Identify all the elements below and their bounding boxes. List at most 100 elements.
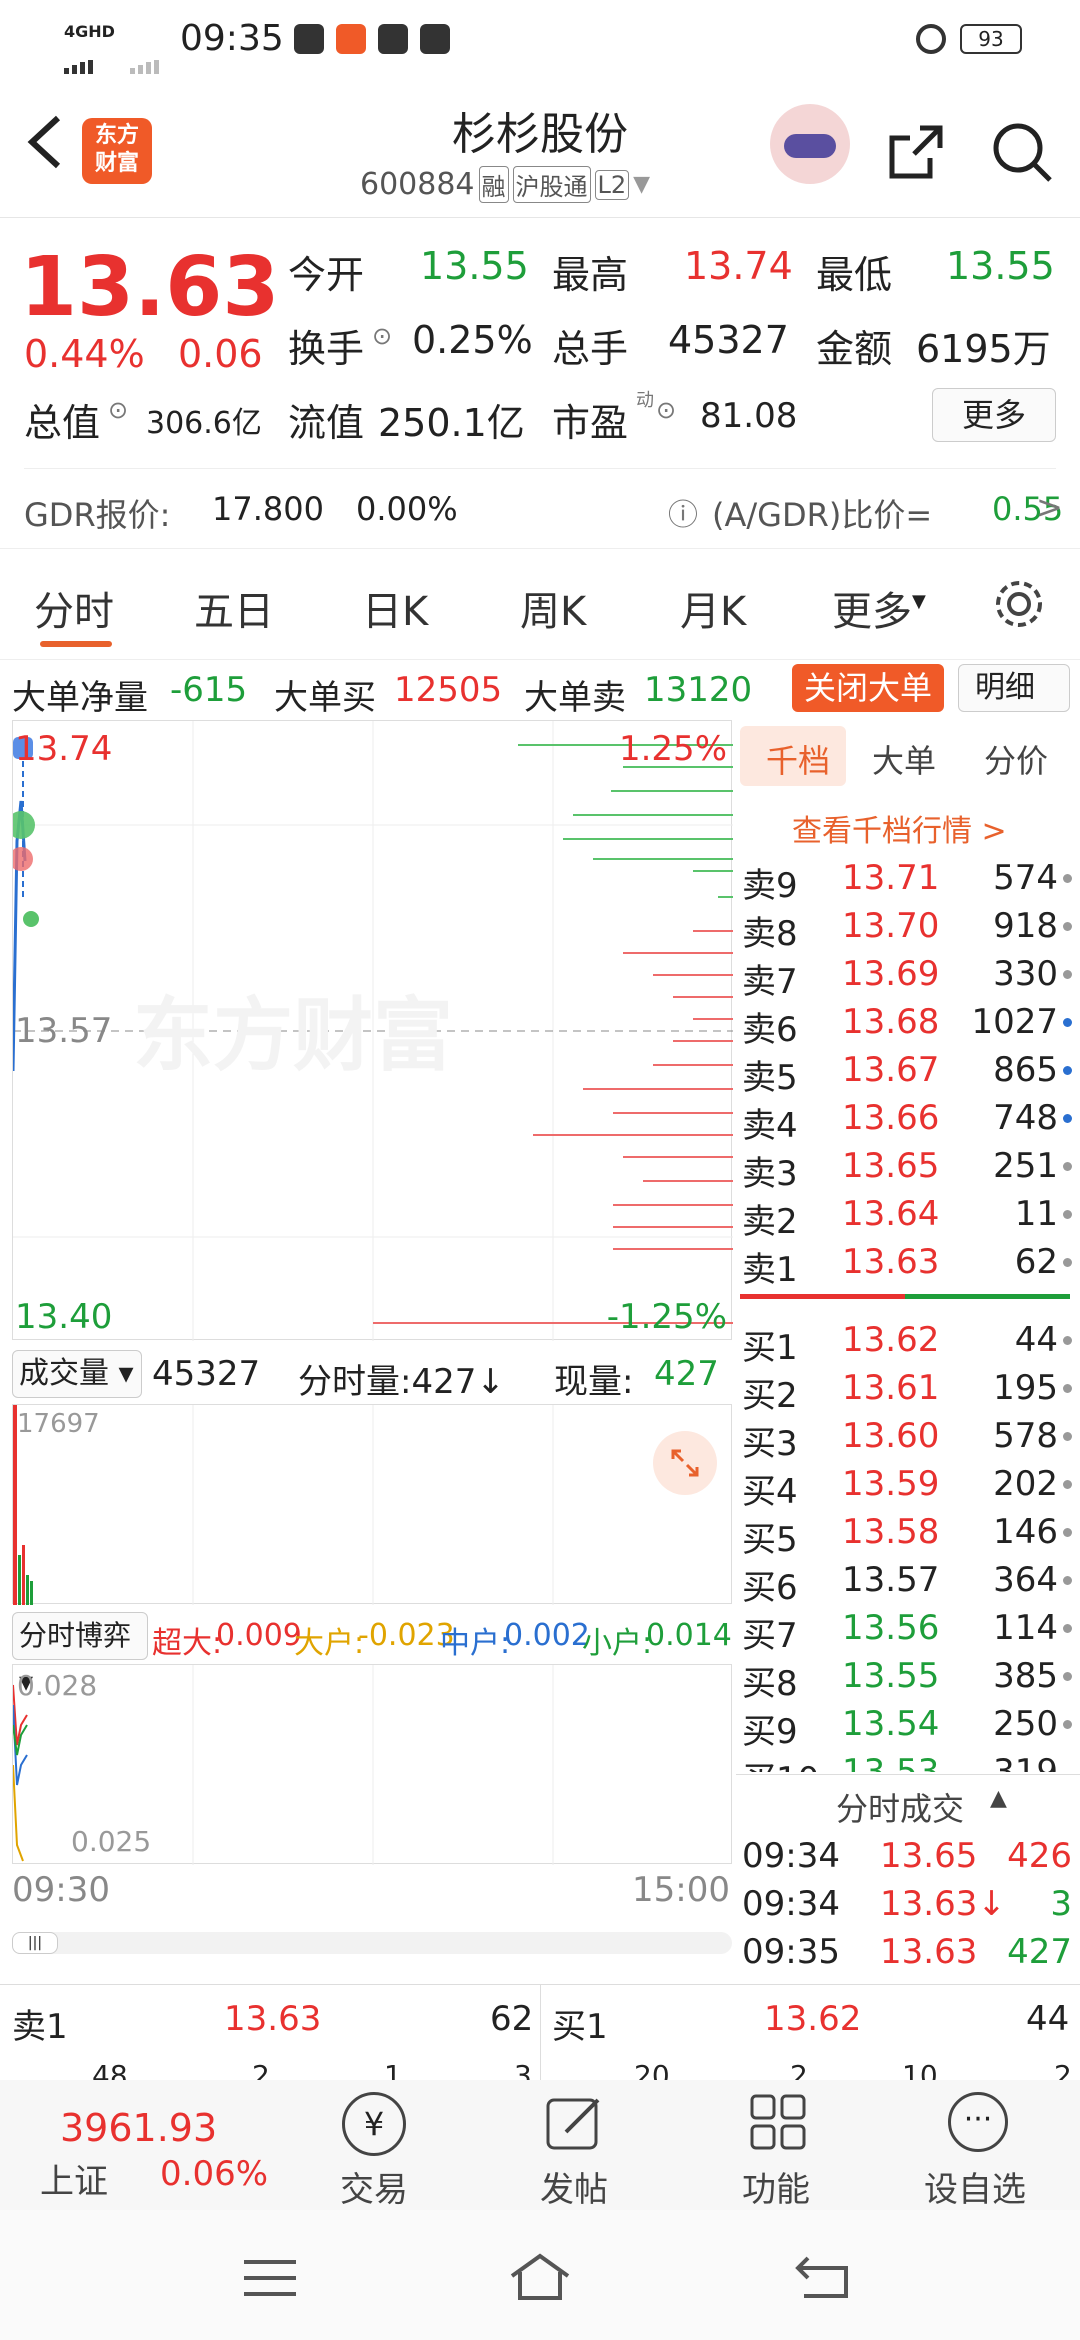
ask-label: 卖8 bbox=[742, 914, 798, 954]
more-button[interactable]: 更多 bbox=[932, 388, 1056, 442]
index-pct: 0.06% bbox=[160, 2154, 269, 2194]
volume-chart[interactable]: 17697 bbox=[12, 1404, 732, 1605]
share-icon[interactable] bbox=[886, 122, 946, 182]
time-scrollbar[interactable]: ||| bbox=[12, 1932, 732, 1954]
view-depth-link[interactable]: 查看千档行情 > bbox=[792, 806, 1007, 850]
volume-selector[interactable]: 成交量 ▾ bbox=[12, 1350, 142, 1398]
clock: 09:35 bbox=[180, 18, 284, 59]
bid-vol: 44 bbox=[1014, 1320, 1058, 1360]
bid-row-8[interactable]: 买8 13.55 385 bbox=[742, 1652, 1072, 1704]
nav-post[interactable]: 发帖 bbox=[520, 2080, 630, 2210]
info-icon[interactable]: ⊙ bbox=[372, 322, 392, 350]
side-tab-depth[interactable]: 千档 bbox=[766, 736, 830, 782]
net-value: -615 bbox=[170, 670, 248, 710]
strip-buy-label: 买1 bbox=[552, 2007, 608, 2047]
home-icon[interactable] bbox=[508, 2252, 572, 2302]
tab-intraday[interactable]: 分时 bbox=[34, 579, 114, 637]
bid-row-9[interactable]: 买9 13.54 250 bbox=[742, 1700, 1072, 1752]
ratio-label[interactable]: (A/GDR)比价= bbox=[712, 490, 932, 536]
nav-functions[interactable]: 功能 bbox=[722, 2080, 832, 2210]
nav-trade[interactable]: ¥ 交易 bbox=[320, 2080, 430, 2210]
tab-5day[interactable]: 五日 bbox=[194, 579, 274, 637]
ask-row-6[interactable]: 卖6 13.68 1027 bbox=[742, 998, 1072, 1050]
expand-icon[interactable] bbox=[653, 1431, 717, 1495]
nav-add-watch[interactable]: ··· 设自选 bbox=[910, 2080, 1040, 2210]
help-icon[interactable]: ⓘ bbox=[668, 490, 698, 534]
bid-row-7[interactable]: 买7 13.56 114 bbox=[742, 1604, 1072, 1656]
gdr-price: 17.800 bbox=[212, 490, 324, 528]
bid-row-2[interactable]: 买2 13.61 195 bbox=[742, 1364, 1072, 1416]
detail-button[interactable]: 明细 bbox=[958, 664, 1070, 712]
intraday-chart[interactable]: 东方财富 13.74 13.57 13.40 1.25% -1.25% bbox=[12, 720, 733, 1341]
index-name: 上证 bbox=[40, 2162, 108, 2202]
ask-row-5[interactable]: 卖5 13.67 865 bbox=[742, 1046, 1072, 1098]
bid-row-1[interactable]: 买1 13.62 44 bbox=[742, 1316, 1072, 1368]
pe-info-icon[interactable]: ⊙ bbox=[656, 396, 676, 424]
signal2-icon bbox=[130, 42, 166, 74]
scroll-handle[interactable]: ||| bbox=[12, 1932, 58, 1954]
ask-label: 卖6 bbox=[742, 1010, 798, 1050]
ask-vol: 918 bbox=[993, 906, 1058, 946]
small-value: 0.014 bbox=[646, 1618, 732, 1653]
trades-title[interactable]: 分时成交 bbox=[836, 1784, 964, 1830]
bid-row-4[interactable]: 买4 13.59 202 bbox=[742, 1460, 1072, 1512]
tab-weekly[interactable]: 周K bbox=[520, 579, 586, 637]
chevron-right-icon[interactable]: > bbox=[1036, 488, 1063, 526]
ask-price: 13.71 bbox=[842, 858, 940, 898]
bid-row-5[interactable]: 买5 13.58 146 bbox=[742, 1508, 1072, 1560]
ask-row-8[interactable]: 卖8 13.70 918 bbox=[742, 902, 1072, 954]
dot-icon bbox=[1063, 970, 1072, 979]
tab-monthly[interactable]: 月K bbox=[680, 579, 746, 637]
flow-selector[interactable]: 分时博弈 ▾ bbox=[12, 1612, 148, 1698]
ask-row-4[interactable]: 卖4 13.66 748 bbox=[742, 1094, 1072, 1146]
side-tab-price[interactable]: 分价 bbox=[984, 736, 1048, 782]
robot-avatar-icon[interactable] bbox=[770, 104, 850, 184]
bid-label: 买10 bbox=[742, 1752, 819, 1772]
dot-icon bbox=[1063, 1576, 1072, 1585]
bid-row-10[interactable]: 买10 13.53 319 bbox=[742, 1748, 1072, 1772]
system-nav-bar bbox=[0, 2210, 1080, 2340]
caret-up-icon[interactable]: ▲ bbox=[990, 1786, 1007, 1811]
menu-icon[interactable] bbox=[244, 2258, 296, 2298]
bid-row-3[interactable]: 买3 13.60 578 bbox=[742, 1412, 1072, 1464]
price-high-label: 13.74 bbox=[15, 729, 113, 769]
back-nav-icon[interactable] bbox=[794, 2256, 850, 2300]
side-tab-bigorder[interactable]: 大单 bbox=[872, 736, 936, 782]
ask-label: 卖5 bbox=[742, 1058, 798, 1098]
dropdown-icon[interactable]: ▼ bbox=[633, 172, 650, 197]
dot-icon bbox=[1063, 922, 1072, 931]
bid-vol: 250 bbox=[993, 1704, 1058, 1744]
current-volume-label: 现量: bbox=[554, 1362, 634, 1402]
last-price: 13.63 bbox=[20, 240, 280, 335]
mktcap-info-icon[interactable]: ⊙ bbox=[108, 396, 128, 424]
bid-row-6[interactable]: 买6 13.57 364 bbox=[742, 1556, 1072, 1608]
nav-post-label: 发帖 bbox=[540, 2170, 608, 2210]
divider bbox=[24, 468, 1056, 469]
ask-row-7[interactable]: 卖7 13.69 330 bbox=[742, 950, 1072, 1002]
app-notify-icon-2 bbox=[336, 24, 366, 54]
index-ticker[interactable]: 3961.93 上证 0.06% bbox=[20, 2080, 280, 2210]
volume-label: 总手 bbox=[552, 327, 629, 371]
small-label: 小户: bbox=[582, 1626, 653, 1661]
flow-chart[interactable]: 0.028 0.025 bbox=[12, 1664, 732, 1865]
buy-label: 大单买 bbox=[274, 678, 376, 718]
ask-row-9[interactable]: 卖9 13.71 574 bbox=[742, 854, 1072, 906]
ask-row-3[interactable]: 卖3 13.65 251 bbox=[742, 1142, 1072, 1194]
dot-icon bbox=[1063, 1384, 1072, 1393]
float-label: 流值 bbox=[288, 401, 365, 445]
message-icon bbox=[420, 24, 450, 54]
open-label: 今开 bbox=[288, 253, 365, 297]
float-value: 250.1亿 bbox=[378, 401, 525, 445]
settings-gear-icon[interactable] bbox=[992, 577, 1046, 631]
caret-down-icon[interactable]: ▼ bbox=[912, 591, 926, 612]
tab-daily[interactable]: 日K bbox=[362, 579, 428, 637]
bid-label: 买7 bbox=[742, 1616, 798, 1656]
search-icon[interactable] bbox=[990, 120, 1054, 184]
ask-vol: 11 bbox=[1014, 1194, 1058, 1234]
tab-more[interactable]: 更多 bbox=[832, 579, 912, 637]
ask-row-1[interactable]: 卖1 13.63 62 bbox=[742, 1238, 1072, 1290]
ask-row-2[interactable]: 卖2 13.64 11 bbox=[742, 1190, 1072, 1242]
bid-label: 买2 bbox=[742, 1376, 798, 1416]
close-bigorder-button[interactable]: 关闭大单 bbox=[792, 664, 944, 712]
index-value: 3961.93 bbox=[60, 2106, 218, 2150]
